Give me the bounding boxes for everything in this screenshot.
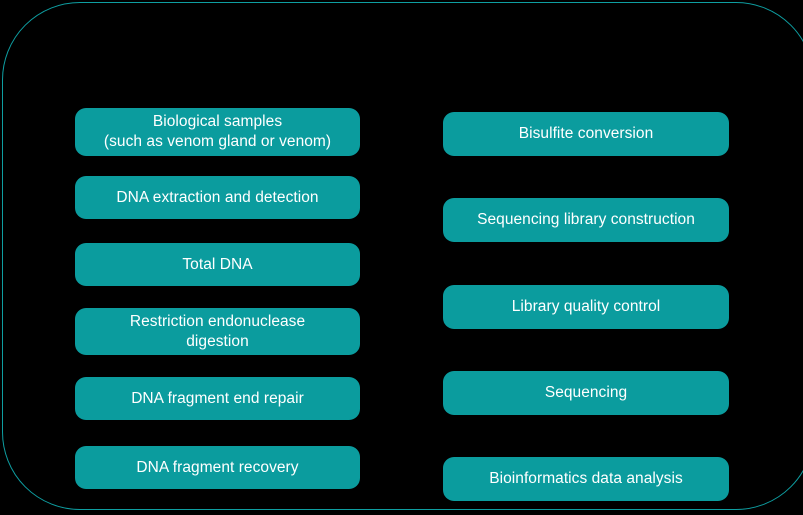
diagram-canvas: Biological samples (such as venom gland … bbox=[0, 0, 803, 515]
flow-node-label: DNA fragment end repair bbox=[131, 389, 304, 407]
flow-node-dna-fragment-recovery[interactable]: DNA fragment recovery bbox=[75, 446, 360, 489]
flow-node-restriction-endonuclease-digestion[interactable]: Restriction endonuclease digestion bbox=[75, 308, 360, 355]
flow-node-label: Bisulfite conversion bbox=[518, 125, 654, 143]
flow-node-sequencing-library-construction[interactable]: Sequencing library construction bbox=[443, 198, 729, 242]
flow-node-bisulfite-conversion[interactable]: Bisulfite conversion bbox=[443, 112, 729, 156]
flow-node-label: DNA extraction and detection bbox=[116, 188, 319, 206]
flow-node-label: DNA fragment recovery bbox=[136, 458, 299, 476]
flow-node-label: Library quality control bbox=[511, 298, 661, 316]
flow-node-biological-samples[interactable]: Biological samples (such as venom gland … bbox=[75, 108, 360, 156]
flow-node-label: Total DNA bbox=[182, 255, 253, 273]
flow-node-label: Bioinformatics data analysis bbox=[489, 470, 683, 488]
flow-node-label: Restriction endonuclease digestion bbox=[129, 312, 306, 350]
flow-node-total-dna[interactable]: Total DNA bbox=[75, 243, 360, 286]
flow-node-sequencing[interactable]: Sequencing bbox=[443, 371, 729, 415]
flow-node-label: Biological samples (such as venom gland … bbox=[103, 113, 332, 150]
flow-node-label: Sequencing library construction bbox=[477, 211, 695, 229]
sequencing-analysis-column: Bisulfite conversion Sequencing library … bbox=[443, 108, 729, 501]
flow-node-bioinformatics-data-analysis[interactable]: Bioinformatics data analysis bbox=[443, 457, 729, 501]
flow-node-dna-extraction-and-detection[interactable]: DNA extraction and detection bbox=[75, 176, 360, 219]
flow-node-dna-fragment-end-repair[interactable]: DNA fragment end repair bbox=[75, 377, 360, 420]
flow-node-library-quality-control[interactable]: Library quality control bbox=[443, 285, 729, 329]
flow-node-label: Sequencing bbox=[544, 384, 628, 402]
sample-preparation-column: Biological samples (such as venom gland … bbox=[75, 108, 360, 489]
